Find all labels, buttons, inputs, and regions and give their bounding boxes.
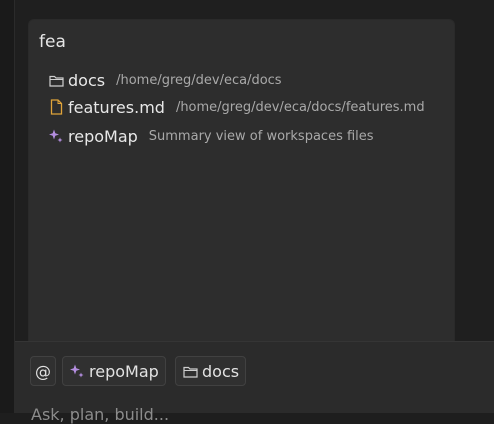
sparkle-icon [69,363,85,379]
folder-icon [48,72,64,88]
add-context-button[interactable]: @ [30,356,56,386]
completion-popup: fea docs /home/greg/dev/eca/docs feature… [29,20,454,365]
prompt-input[interactable]: Ask, plan, build... [31,405,169,424]
at-label: @ [35,361,51,381]
folder-icon [182,363,198,379]
completion-item-name: repoMap [68,126,138,146]
completion-item-path: /home/greg/dev/eca/docs/features.md [175,99,425,115]
context-chip-docs[interactable]: docs [175,356,247,386]
context-chip-repomap[interactable]: repoMap [62,356,166,386]
completion-item-name: features.md [68,97,165,117]
completion-item-repomap[interactable]: repoMap Summary view of workspaces files [48,124,374,148]
completion-item-features-md[interactable]: features.md /home/greg/dev/eca/docs/feat… [48,95,425,119]
completion-query: fea [39,32,66,52]
completion-item-description: Summary view of workspaces files [148,128,374,144]
sparkle-icon [48,128,64,144]
completion-item-name: docs [68,70,106,90]
chat-composer: @ repoMap docs Ask, plan, build... [15,341,494,424]
file-icon [48,99,64,115]
completion-item-docs[interactable]: docs /home/greg/dev/eca/docs [48,68,282,92]
context-chip-label: docs [202,361,240,381]
context-chip-label: repoMap [89,361,159,381]
completion-item-path: /home/greg/dev/eca/docs [116,72,282,88]
left-sidebar-edge [0,0,15,413]
